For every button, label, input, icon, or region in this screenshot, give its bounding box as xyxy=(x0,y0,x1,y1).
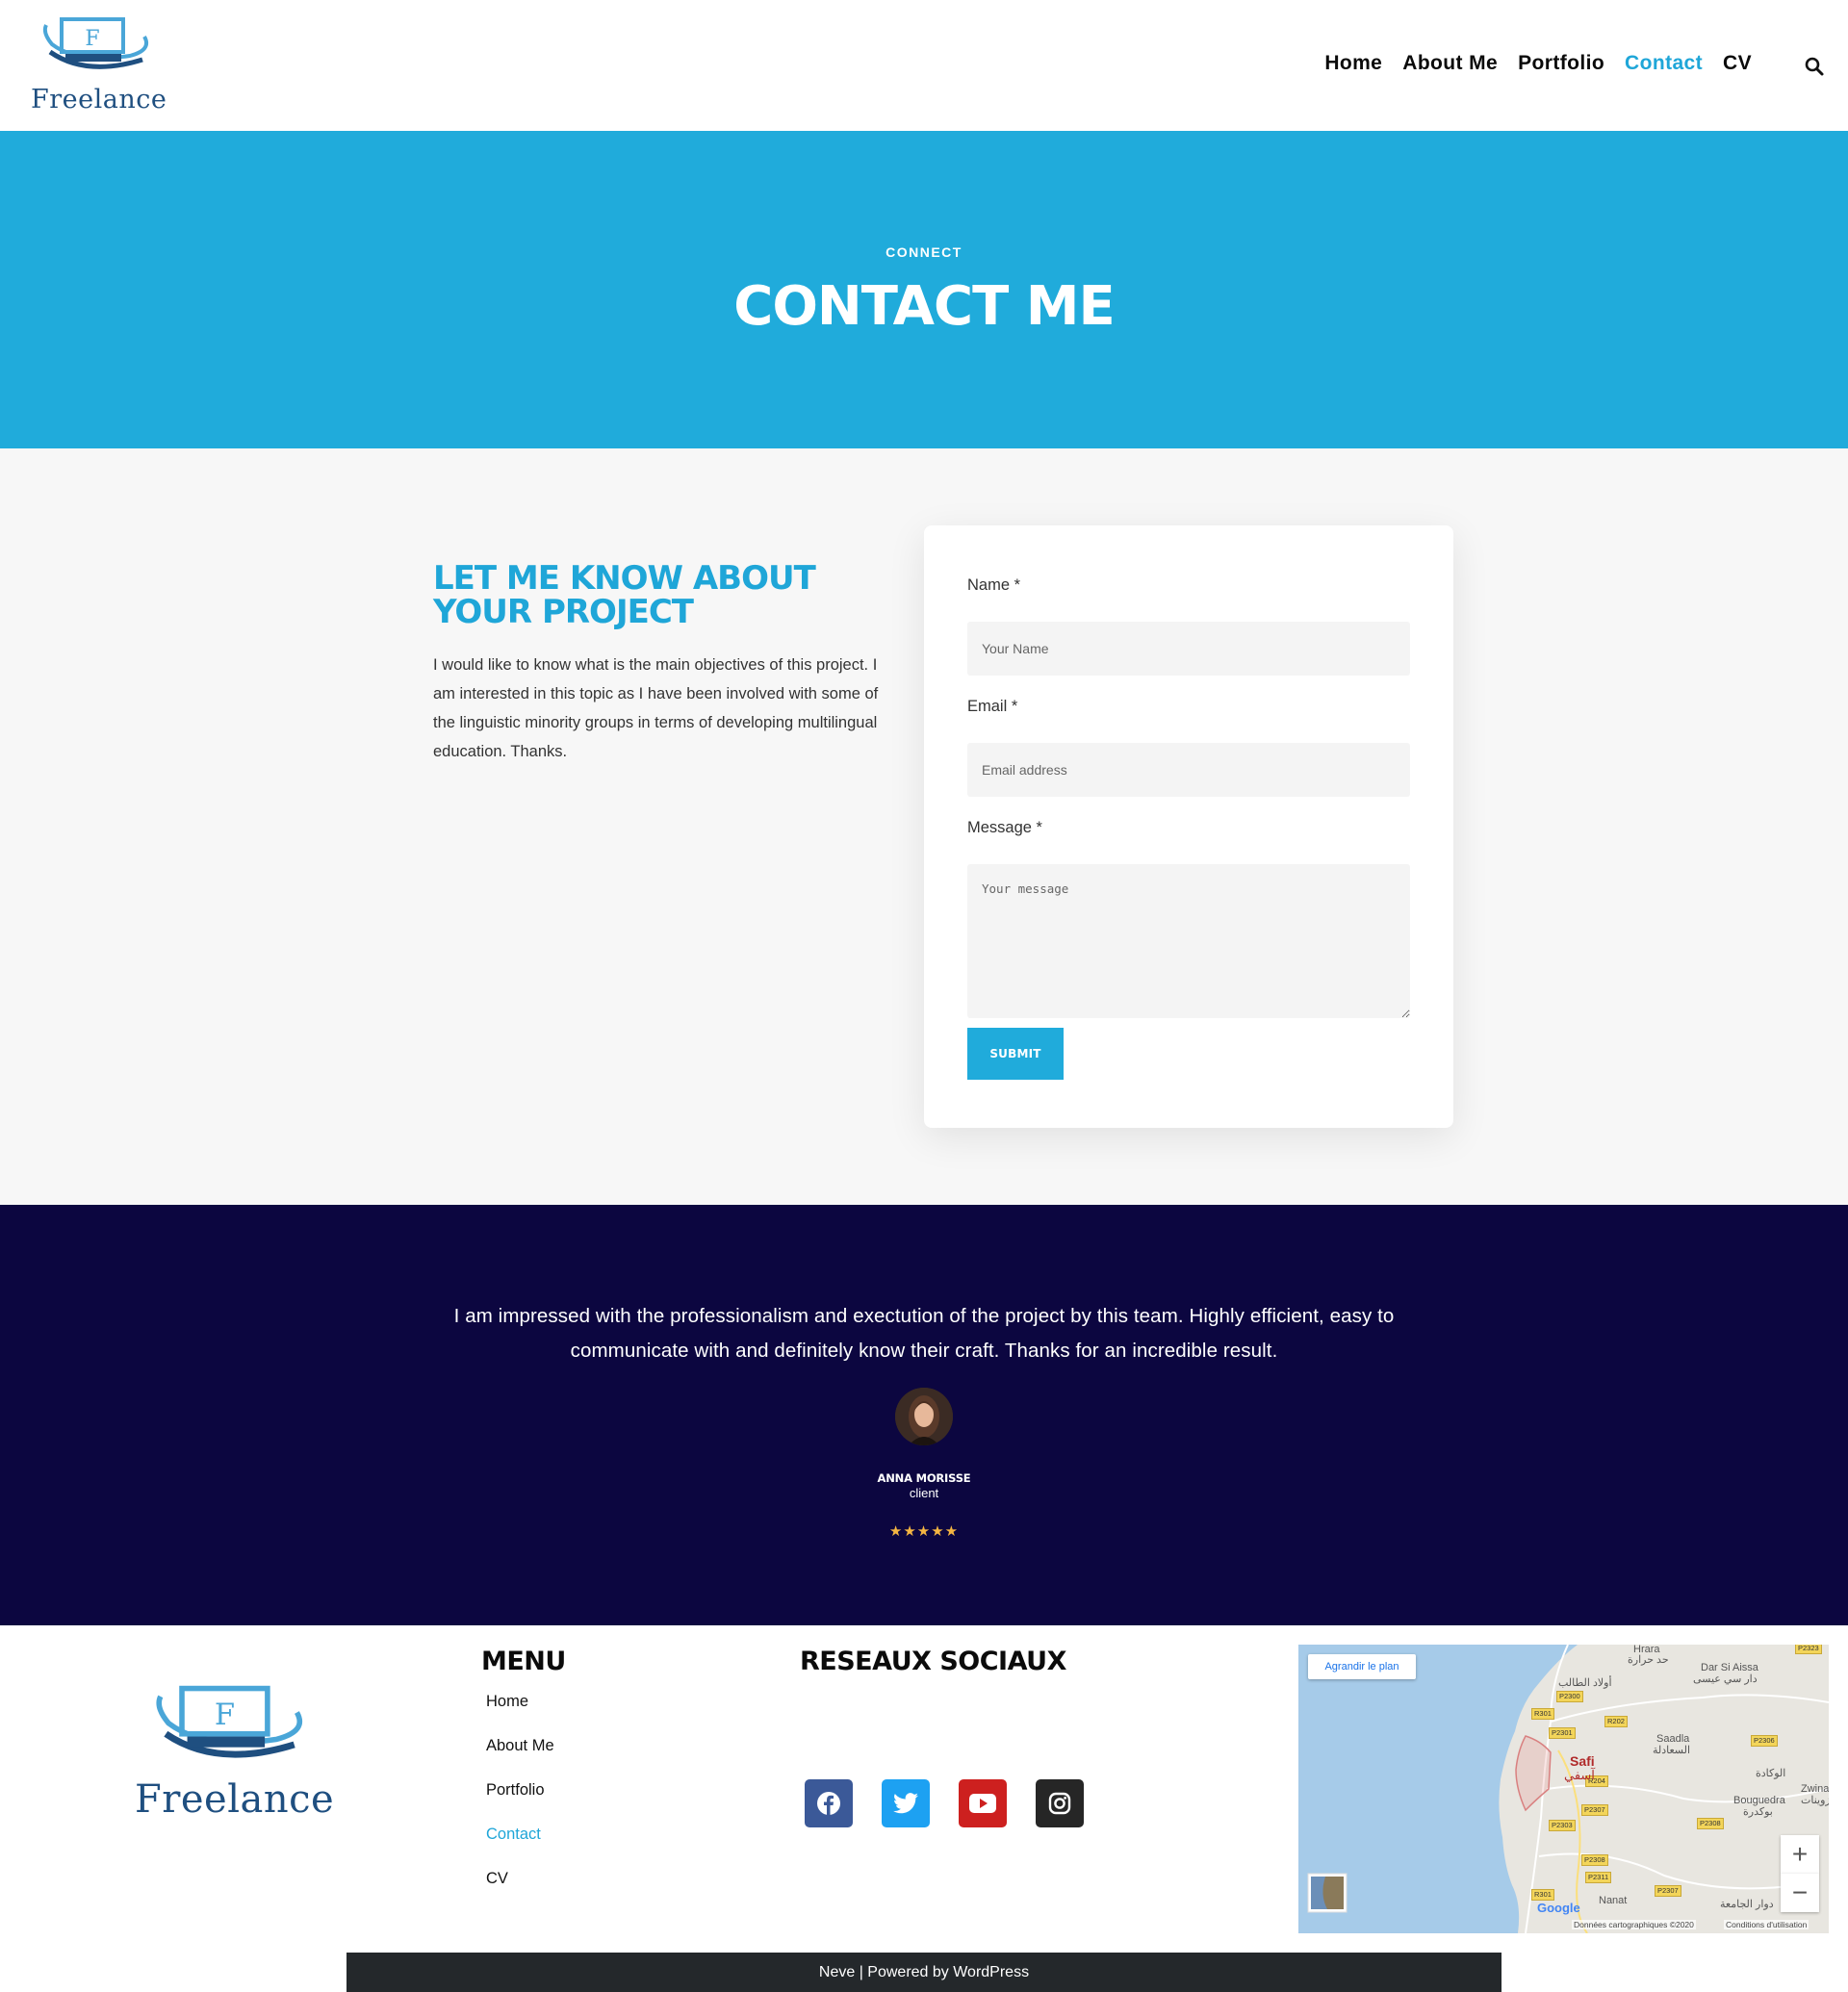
map-road-label: P2307 xyxy=(1655,1885,1681,1897)
contact-form: Name * Email * Message * SUBMIT xyxy=(924,525,1453,1128)
page-title: CONTACT ME xyxy=(733,275,1116,338)
message-field[interactable] xyxy=(967,864,1410,1018)
nav-about-me[interactable]: About Me xyxy=(1402,52,1498,75)
map-road-label: P2301 xyxy=(1549,1727,1576,1739)
map-attribution: Données cartographiques ©2020 xyxy=(1572,1920,1696,1929)
hero-kicker: CONNECT xyxy=(886,244,962,260)
email-label: Email * xyxy=(967,698,1018,715)
footer-logo-text: Freelance xyxy=(135,1777,335,1822)
contact-heading: LET ME KNOW ABOUT YOUR PROJECT xyxy=(433,559,816,631)
avatar xyxy=(895,1388,953,1445)
site-header: F Freelance Home About Me Portfolio Cont… xyxy=(0,0,1848,131)
contact-section: LET ME KNOW ABOUT YOUR PROJECT I would l… xyxy=(0,448,1848,1205)
footer-menu-home[interactable]: Home xyxy=(486,1693,554,1737)
twitter-icon[interactable] xyxy=(882,1779,930,1827)
youtube-icon[interactable] xyxy=(959,1779,1007,1827)
laptop-logo-icon: F xyxy=(156,1685,303,1758)
main-nav: Home About Me Portfolio Contact CV xyxy=(1324,52,1752,75)
map-road-label: P2300 xyxy=(1556,1691,1583,1702)
map-zoom-out-button[interactable]: − xyxy=(1781,1874,1819,1912)
testimonial-author: ANNA MORISSE xyxy=(877,1471,971,1485)
rating-stars: ★★★★★ xyxy=(888,1523,960,1540)
footer-social-title: RESEAUX SOCIAUX xyxy=(800,1647,1066,1676)
laptop-logo-icon: F xyxy=(42,17,149,69)
testimonial-role: client xyxy=(909,1486,939,1500)
submit-button[interactable]: SUBMIT xyxy=(967,1028,1064,1080)
logo-text: Freelance xyxy=(31,85,167,115)
testimonial-section: I am impressed with the professionalism … xyxy=(0,1205,1848,1625)
map-road-label: P2308 xyxy=(1697,1818,1724,1829)
name-field[interactable] xyxy=(967,622,1410,676)
site-logo[interactable]: F Freelance xyxy=(29,15,167,121)
map-road-label: P2311 xyxy=(1585,1872,1612,1883)
footer-logo-letter: F xyxy=(215,1698,235,1732)
email-field[interactable] xyxy=(967,743,1410,797)
nav-contact[interactable]: Contact xyxy=(1625,52,1703,75)
map-place-label: Nanat xyxy=(1599,1895,1628,1906)
footer-menu: Home About Me Portfolio Contact CV xyxy=(486,1693,554,1914)
map-terms-link[interactable]: Conditions d'utilisation xyxy=(1724,1920,1810,1929)
map-road-label: P2306 xyxy=(1751,1735,1778,1747)
footer-logo[interactable]: F Freelance xyxy=(135,1683,334,1847)
facebook-icon[interactable] xyxy=(805,1779,853,1827)
map-road-label: P2308 xyxy=(1581,1854,1608,1866)
map-road-label: P2323 xyxy=(1795,1645,1822,1654)
footer-menu-title: MENU xyxy=(481,1647,566,1676)
map-place-label: Bouguedra xyxy=(1733,1795,1785,1806)
footer-menu-contact[interactable]: Contact xyxy=(486,1826,554,1870)
nav-home[interactable]: Home xyxy=(1324,52,1382,75)
map-city-label: Safi xyxy=(1570,1753,1595,1769)
map-place-label: الوكادة xyxy=(1756,1768,1786,1779)
nav-portfolio[interactable]: Portfolio xyxy=(1518,52,1604,75)
footer-menu-about-me[interactable]: About Me xyxy=(486,1737,554,1781)
nav-cv[interactable]: CV xyxy=(1723,52,1752,75)
hero-banner: CONNECT CONTACT ME xyxy=(0,131,1848,448)
map-road-label: R202 xyxy=(1604,1716,1628,1727)
footer-menu-cv[interactable]: CV xyxy=(486,1870,554,1914)
map-place-label: حد حرارة xyxy=(1628,1654,1669,1666)
map-place-label: أولاد الطالب xyxy=(1558,1677,1612,1689)
map-place-label: دار سي عيسى xyxy=(1693,1673,1758,1685)
map-place-label: السعادلة xyxy=(1653,1745,1691,1756)
site-footer: F Freelance MENU Home About Me Portfolio… xyxy=(0,1625,1848,1992)
message-label: Message * xyxy=(967,819,1042,836)
map-place-label: Saadla xyxy=(1656,1733,1690,1745)
google-logo: Google xyxy=(1537,1901,1580,1915)
map-place-label: Dar Si Aissa xyxy=(1701,1662,1758,1673)
map-place-label: بوكدرة xyxy=(1743,1806,1773,1818)
map-place-label: دوار الجامعة xyxy=(1720,1899,1774,1910)
name-label: Name * xyxy=(967,576,1021,594)
testimonial-quote: I am impressed with the professionalism … xyxy=(453,1305,1395,1362)
map-place-label: Zwina xyxy=(1801,1783,1829,1795)
contact-intro-text: I would like to know what is the main ob… xyxy=(433,656,879,760)
map-zoom-in-button[interactable]: + xyxy=(1781,1835,1819,1874)
map-road-label: P2307 xyxy=(1581,1804,1608,1816)
footer-menu-portfolio[interactable]: Portfolio xyxy=(486,1781,554,1826)
footer-credits: Neve | Powered by WordPress xyxy=(346,1953,1502,1992)
search-icon[interactable] xyxy=(1804,56,1825,77)
instagram-icon[interactable] xyxy=(1036,1779,1084,1827)
map-place-label: زوينات xyxy=(1801,1795,1829,1806)
map-road-label: R301 xyxy=(1531,1889,1554,1901)
map-road-label: P2303 xyxy=(1549,1820,1576,1831)
map-road-label: R301 xyxy=(1531,1708,1554,1720)
map-city-label-arabic: آسفي xyxy=(1564,1768,1595,1782)
google-map[interactable]: Agrandir le plan Hrara حد حرارة Dar Si A… xyxy=(1298,1645,1829,1933)
map-enlarge-button[interactable]: Agrandir le plan xyxy=(1308,1654,1416,1679)
logo-letter: F xyxy=(85,27,99,51)
